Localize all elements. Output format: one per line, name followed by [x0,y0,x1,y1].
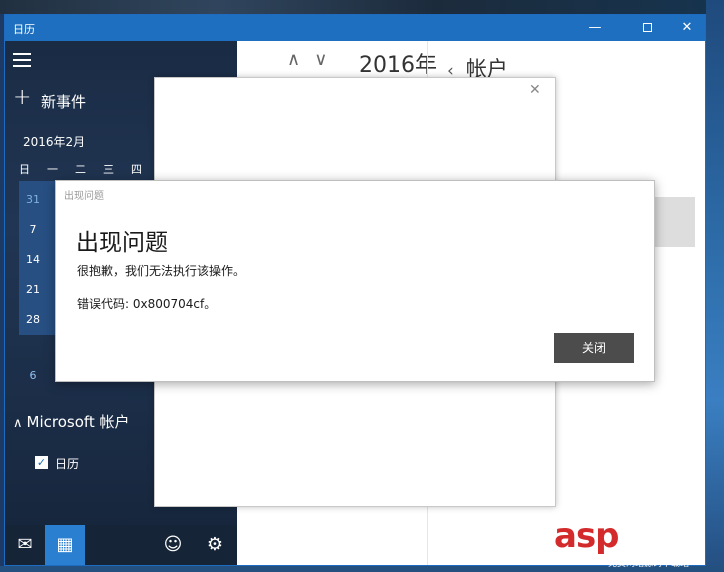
weekday-label: 三 [103,163,114,176]
feedback-icon[interactable]: ☺ [153,525,193,565]
account-section-header[interactable]: ∧ Microsoft 帐户 [13,411,130,432]
watermark-tagline: 免费网站源码下载站 [608,559,690,569]
new-event-label: 新事件 [41,93,87,111]
error-code: 错误代码: 0x800704cf。 [77,297,217,311]
chevron-up-icon: ∧ [13,416,23,431]
calendar-item-label: 日历 [55,457,80,471]
calendar-checkbox[interactable]: ✓ [35,456,48,469]
minimize-button[interactable]: — [573,15,617,41]
dialog-title: 出现问题 [76,230,168,256]
gear-icon[interactable]: ⚙ [195,525,235,565]
new-event-button[interactable]: + 新事件 [13,85,123,113]
weekday-header: 日 一 二 三 四 [19,161,159,177]
weekday-label: 二 [75,163,86,176]
watermark-logo: aspku [554,516,664,556]
close-icon[interactable]: ✕ [529,82,541,98]
desktop-wallpaper-right [706,0,724,572]
hamburger-menu-icon[interactable] [13,53,31,67]
maximize-button[interactable] [625,15,669,41]
close-window-button[interactable]: ✕ [665,15,709,41]
calendar-day[interactable]: 6 [19,369,47,382]
dialog-caption: 出现问题 [64,191,104,202]
calendar-day[interactable]: 28 [19,313,47,326]
weekday-label: 日 [19,163,30,176]
mini-calendar-month[interactable]: 2016年2月 [23,133,85,150]
calendar-day[interactable]: 14 [19,253,47,266]
month-navigation: ∧ ∨ [287,49,341,70]
desktop-wallpaper-top [0,0,724,14]
plus-icon: + [13,85,32,110]
title-bar: 日历 — ✕ [5,15,705,41]
maximize-icon [642,23,652,32]
close-button[interactable]: 关闭 [554,333,634,363]
calendar-icon[interactable]: ▦ [45,525,85,565]
mail-icon[interactable]: ✉ [5,525,45,565]
window-title: 日历 [13,23,35,36]
account-list-item[interactable] [655,197,695,247]
calendar-day[interactable]: 21 [19,283,47,296]
error-dialog: 出现问题 出现问题 很抱歉，我们无法执行该操作。 错误代码: 0x800704c… [55,180,655,382]
current-period-label: 2016年 [359,53,437,78]
bottom-app-bar: ✉ ▦ ☺ ⚙ [5,525,237,565]
weekday-label: 四 [131,163,142,176]
dialog-message: 很抱歉，我们无法执行该操作。 [77,264,246,278]
account-section-label: Microsoft 帐户 [26,413,130,431]
weekday-label: 一 [47,163,58,176]
calendar-day[interactable]: 7 [19,223,47,236]
chevron-down-icon[interactable]: ∨ [314,49,327,70]
chevron-up-icon[interactable]: ∧ [287,49,300,70]
calendar-day[interactable]: 31 [19,193,47,206]
site-watermark: aspku 免费网站源码下载站 [554,516,724,572]
